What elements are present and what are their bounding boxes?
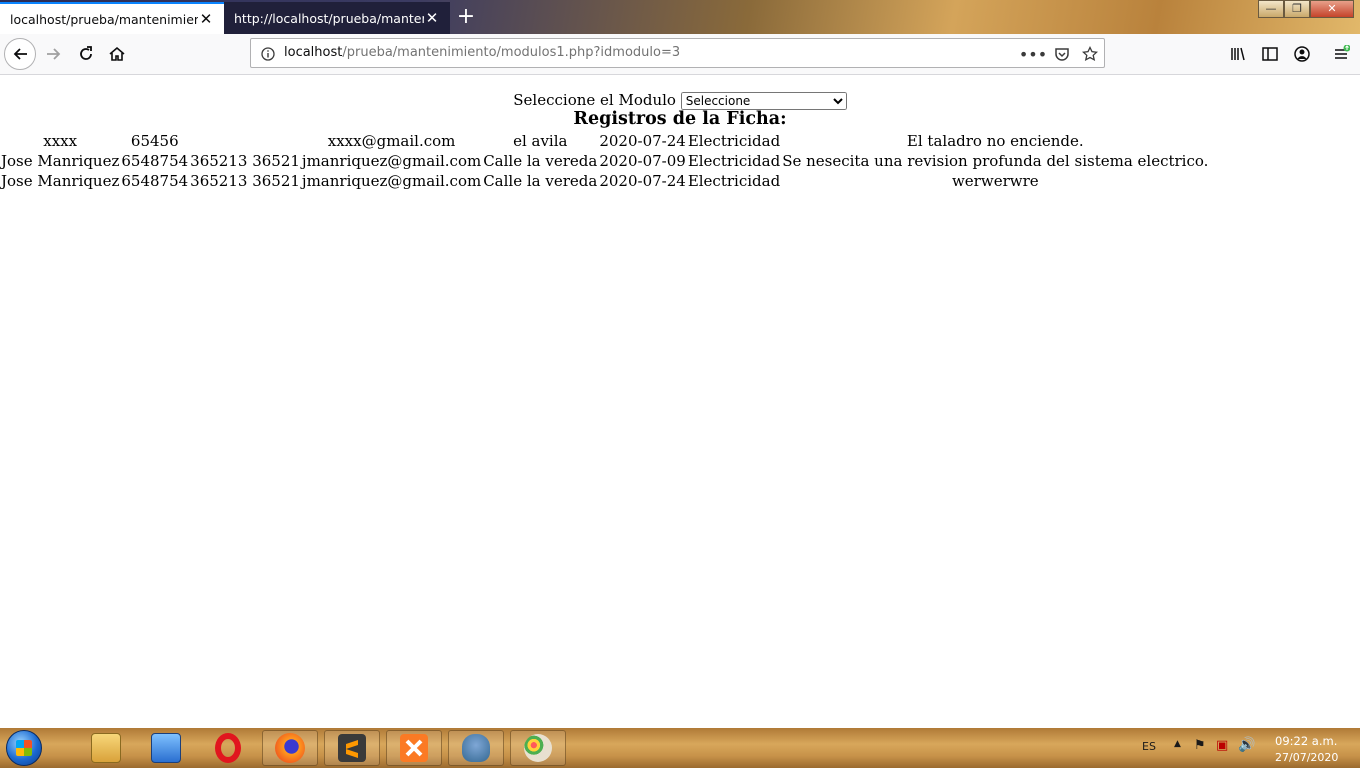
close-tab-icon[interactable]: ✕ bbox=[424, 9, 440, 27]
table-cell: el avila bbox=[513, 132, 568, 150]
action-center-flag-icon[interactable]: ⚑ bbox=[1194, 738, 1206, 753]
url-path: /prueba/mantenimiento/modulos1.php?idmod… bbox=[342, 45, 681, 60]
module-select[interactable]: Seleccione bbox=[680, 92, 847, 110]
clock-time[interactable]: 09:22 a.m. bbox=[1275, 734, 1337, 748]
postgresql-icon bbox=[462, 734, 490, 762]
show-hidden-icons-icon[interactable]: ▲ bbox=[1174, 739, 1181, 749]
library-icon[interactable] bbox=[1222, 38, 1254, 70]
minimize-window-button[interactable]: — bbox=[1258, 0, 1284, 18]
module-selector-row: Seleccione el Modulo Seleccione bbox=[0, 91, 1360, 110]
forward-arrow-icon[interactable] bbox=[38, 38, 70, 70]
system-tray: ES ▲ ⚑ ▣ 🔊 09:22 a.m. 27/07/2020 bbox=[1130, 728, 1360, 768]
xampp-icon bbox=[400, 734, 428, 762]
table-row: xxxx 65456 xxxx@gmail.com el avila 2020-07-2… bbox=[0, 131, 1209, 151]
file-explorer-icon bbox=[91, 733, 121, 763]
table-cell: jmanriquez@gmail.com bbox=[301, 152, 482, 170]
firefox-icon bbox=[275, 733, 305, 763]
table-cell: Se nesecita una revision profunda del si… bbox=[782, 152, 1209, 170]
table-cell: xxxx bbox=[43, 132, 78, 150]
table-cell: Electricidad bbox=[687, 132, 781, 150]
taskbar-paint[interactable] bbox=[510, 730, 566, 766]
table-cell: werwerwre bbox=[951, 172, 1039, 190]
network-icon[interactable]: ▣ bbox=[1216, 738, 1228, 753]
opera-icon bbox=[215, 733, 241, 763]
table-cell: xxxx@gmail.com bbox=[327, 132, 456, 150]
menu-icon[interactable] bbox=[1325, 38, 1357, 70]
page-title: Registros de la Ficha: bbox=[573, 109, 787, 129]
volume-icon[interactable]: 🔊 bbox=[1238, 737, 1255, 753]
table-row: Jose Manriquez 6548754 365213 36521 jmanriq… bbox=[0, 151, 1209, 171]
table-cell: 6548754 bbox=[121, 152, 189, 170]
records-table: xxxx 65456 xxxx@gmail.com el avila 2020-07-2… bbox=[0, 131, 1209, 191]
taskbar-xampp[interactable] bbox=[386, 730, 442, 766]
taskbar-firefox[interactable] bbox=[262, 730, 318, 766]
account-icon[interactable] bbox=[1286, 38, 1318, 70]
tab-title: http://localhost/prueba/mantenimiento/mo… bbox=[234, 10, 424, 26]
new-tab-icon[interactable]: + bbox=[454, 4, 478, 30]
restore-window-button[interactable]: ❐ bbox=[1284, 0, 1310, 18]
table-cell: Electricidad bbox=[687, 172, 781, 190]
table-cell: Electricidad bbox=[687, 152, 781, 170]
table-row: Jose Manriquez 6548754 365213 36521 jmanriq… bbox=[0, 171, 1209, 191]
close-window-button[interactable]: ✕ bbox=[1310, 0, 1354, 18]
window-controls: — ❐ ✕ bbox=[1258, 0, 1354, 18]
table-cell bbox=[189, 131, 301, 151]
language-indicator[interactable]: ES bbox=[1142, 740, 1156, 753]
paint-icon bbox=[524, 734, 552, 762]
url-text: localhost/prueba/mantenimiento/modulos1.… bbox=[284, 45, 680, 60]
table-cell: El taladro no enciende. bbox=[906, 132, 1084, 150]
windows-taskbar: ES ▲ ⚑ ▣ 🔊 09:22 a.m. 27/07/2020 bbox=[0, 728, 1360, 768]
back-arrow-icon[interactable] bbox=[4, 38, 36, 70]
table-cell: Jose Manriquez bbox=[1, 172, 120, 190]
home-icon[interactable] bbox=[101, 38, 133, 70]
table-cell: 6548754 bbox=[121, 172, 189, 190]
table-cell: Calle la vereda bbox=[483, 152, 598, 170]
address-bar[interactable]: localhost/prueba/mantenimiento/modulos1.… bbox=[250, 38, 1105, 68]
sidebar-icon[interactable] bbox=[1254, 38, 1286, 70]
clock-date[interactable]: 27/07/2020 bbox=[1275, 751, 1338, 764]
windows-logo-icon bbox=[6, 730, 42, 766]
info-icon[interactable] bbox=[259, 45, 277, 63]
module-select-label: Seleccione el Modulo bbox=[513, 91, 676, 109]
browser-titlebar: localhost/prueba/mantenimiento/modulos1.… bbox=[0, 0, 1360, 34]
table-cell: 65456 bbox=[130, 132, 179, 150]
table-cell: jmanriquez@gmail.com bbox=[301, 172, 482, 190]
taskbar-opera[interactable] bbox=[200, 730, 256, 766]
table-cell: 2020-07-09 bbox=[599, 152, 686, 170]
tab-active[interactable]: localhost/prueba/mantenimiento/modulos1.… bbox=[0, 2, 224, 34]
page-content: Seleccione el Modulo Seleccione Registro… bbox=[0, 75, 1360, 728]
table-cell: 2020-07-24 bbox=[599, 172, 686, 190]
page-actions-icon[interactable]: ••• bbox=[1019, 45, 1047, 64]
table-cell: 365213 36521 bbox=[190, 152, 300, 170]
close-tab-icon[interactable]: ✕ bbox=[198, 10, 214, 28]
media-player-icon bbox=[151, 733, 181, 763]
taskbar-sublime-text[interactable] bbox=[324, 730, 380, 766]
table-cell: 365213 36521 bbox=[190, 172, 300, 190]
taskbar-file-explorer[interactable] bbox=[78, 730, 134, 766]
bookmark-star-icon[interactable] bbox=[1081, 45, 1099, 63]
taskbar-postgresql[interactable] bbox=[448, 730, 504, 766]
table-cell: Calle la vereda bbox=[483, 172, 598, 190]
table-cell: Jose Manriquez bbox=[1, 152, 120, 170]
sublime-text-icon bbox=[338, 734, 366, 762]
tab-inactive[interactable]: http://localhost/prueba/mantenimiento/mo… bbox=[224, 2, 450, 34]
pocket-icon[interactable] bbox=[1053, 45, 1071, 63]
tab-title: localhost/prueba/mantenimiento/modulos1.… bbox=[10, 11, 198, 27]
taskbar-media-player[interactable] bbox=[138, 730, 194, 766]
reload-icon[interactable] bbox=[70, 38, 102, 70]
navigation-toolbar: localhost/prueba/mantenimiento/modulos1.… bbox=[0, 34, 1360, 75]
table-cell: 2020-07-24 bbox=[599, 132, 686, 150]
url-host: localhost bbox=[284, 45, 343, 60]
start-button[interactable] bbox=[2, 729, 46, 767]
